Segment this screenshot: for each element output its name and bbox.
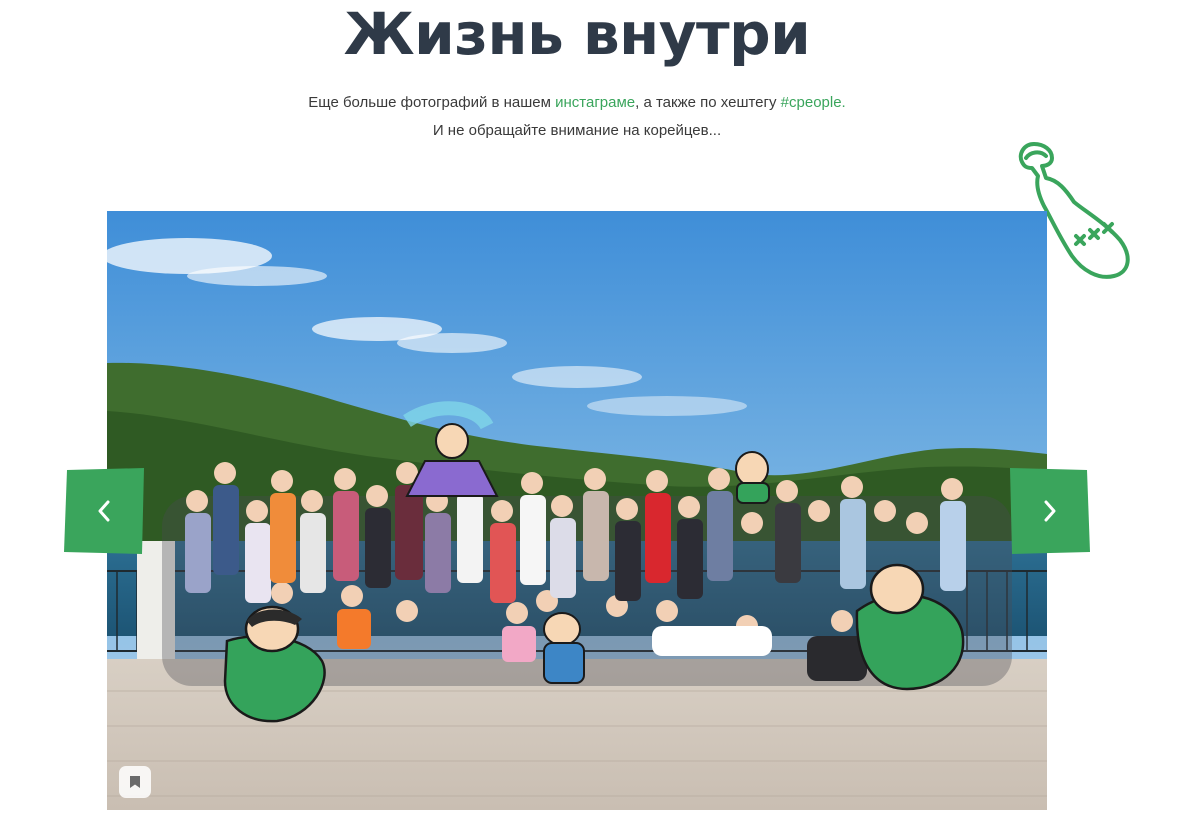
subtitle-text: , а также по хештегу (635, 94, 781, 111)
team-group-photo (107, 211, 1047, 810)
bookmark-button[interactable] (119, 766, 151, 798)
chevron-left-icon (98, 500, 110, 522)
slider-prev-button[interactable] (64, 468, 144, 554)
instagram-link[interactable]: инстаграме (555, 94, 635, 111)
chevron-right-icon (1044, 500, 1056, 522)
subtitle-text: Еще больше фотографий в нашем (308, 94, 556, 111)
subtitle-line-1: Еще больше фотографий в нашем инстаграме… (0, 89, 1154, 117)
page-subtitle: Еще больше фотографий в нашем инстаграме… (0, 89, 1154, 145)
hashtag-link[interactable]: #cpeople. (781, 94, 846, 111)
page-title: Жизнь внутри (343, 0, 811, 68)
photo-slider[interactable] (107, 211, 1047, 810)
slider-next-button[interactable] (1010, 468, 1090, 554)
bookmark-icon (130, 776, 140, 788)
subtitle-line-2: И не обращайте внимание на корейцев... (432, 122, 722, 139)
